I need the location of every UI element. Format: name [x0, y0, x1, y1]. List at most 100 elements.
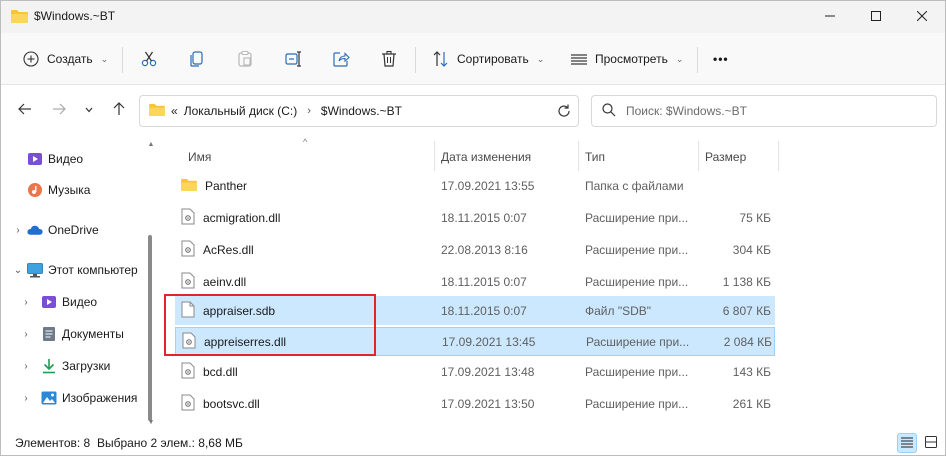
- column-header-type[interactable]: Тип: [578, 145, 698, 169]
- file-date: 18.11.2015 0:07: [441, 274, 527, 289]
- file-row[interactable]: aeinv.dll 18.11.2015 0:07 Расширение при…: [175, 267, 775, 296]
- address-bar[interactable]: « Локальный диск (C:) › $Windows.~BT: [139, 95, 579, 127]
- file-type: Папка с файлами: [585, 178, 684, 193]
- file-size: 1 138 КБ: [722, 274, 771, 289]
- downloads-icon: [41, 358, 57, 374]
- more-options-button[interactable]: •••: [713, 43, 729, 75]
- chevron-right-icon[interactable]: ›: [19, 393, 33, 404]
- scroll-up-icon[interactable]: ▲: [146, 141, 156, 148]
- recent-locations-button[interactable]: [79, 101, 99, 121]
- nav-item-label: Загрузки: [62, 359, 111, 373]
- item-count: Элементов: 8: [15, 436, 91, 450]
- file-type: Расширение при...: [585, 396, 689, 411]
- arrow-left-icon: [18, 102, 32, 120]
- search-box[interactable]: Поиск: $Windows.~BT: [591, 95, 937, 127]
- navigation-pane: Видео Музыка › OneDrive ⌄ Этот компьютер…: [1, 137, 159, 431]
- scroll-down-icon[interactable]: ▼: [146, 419, 156, 426]
- nav-item-video[interactable]: › Видео: [1, 287, 147, 317]
- file-type: Файл "SDB": [585, 303, 652, 318]
- file-row[interactable]: acmigration.dll 18.11.2015 0:07 Расширен…: [175, 203, 775, 232]
- chevron-down-icon: ⌄: [100, 53, 109, 64]
- sort-label: Сортировать: [457, 52, 529, 66]
- breadcrumb-overflow[interactable]: «: [171, 104, 178, 118]
- navigation-row: « Локальный диск (C:) › $Windows.~BT Пои…: [1, 85, 945, 137]
- chevron-right-icon[interactable]: ›: [19, 361, 33, 372]
- nav-pane-scrollbar[interactable]: ▲ ▼: [146, 137, 156, 431]
- view-lines-icon: [569, 49, 589, 69]
- rename-button[interactable]: [283, 43, 303, 75]
- music-icon: [27, 182, 43, 198]
- file-size: 75 КБ: [739, 210, 771, 225]
- chevron-down-icon[interactable]: ⌄: [11, 265, 25, 276]
- file-row[interactable]: bootsvc.dll 17.09.2021 13:50 Расширение …: [175, 389, 775, 418]
- nav-item-label: OneDrive: [48, 223, 99, 237]
- nav-item-video[interactable]: Видео: [1, 144, 147, 174]
- documents-icon: [41, 326, 57, 342]
- nav-item-onedrive[interactable]: › OneDrive: [1, 215, 147, 245]
- dll-file-icon: [181, 240, 195, 260]
- chevron-down-icon: ⌄: [536, 53, 545, 64]
- dll-file-icon: [181, 394, 195, 414]
- nav-item-pictures[interactable]: › Изображения: [1, 383, 147, 413]
- file-name: bcd.dll: [203, 364, 238, 379]
- command-bar: Создать ⌄ Сортировать ⌄ Просмотреть ⌄ ••…: [1, 33, 945, 85]
- refresh-icon[interactable]: [556, 103, 572, 119]
- cut-button[interactable]: [139, 43, 159, 75]
- file-date: 17.09.2021 13:50: [441, 396, 535, 411]
- sort-button[interactable]: Сортировать ⌄: [431, 43, 544, 75]
- plus-circle-icon: [21, 49, 41, 69]
- paste-button[interactable]: [235, 43, 255, 75]
- file-date: 22.08.2013 8:16: [441, 242, 528, 257]
- chevron-down-icon: ⌄: [675, 53, 684, 64]
- nav-item-documents[interactable]: › Документы: [1, 319, 147, 349]
- file-name: aeinv.dll: [203, 274, 247, 289]
- forward-button[interactable]: [49, 101, 69, 121]
- paste-icon: [235, 49, 255, 69]
- chevron-right-icon[interactable]: ›: [11, 225, 25, 236]
- maximize-button[interactable]: [853, 1, 899, 33]
- new-label: Создать: [47, 52, 93, 66]
- nav-item-label: Документы: [62, 327, 124, 341]
- column-header-date[interactable]: Дата изменения: [434, 145, 578, 169]
- this-pc-icon: [27, 262, 43, 278]
- breadcrumb-local-disk[interactable]: Локальный диск (C:): [184, 104, 298, 118]
- file-row[interactable]: bcd.dll 17.09.2021 13:48 Расширение при.…: [175, 357, 775, 386]
- chevron-right-icon[interactable]: ›: [19, 329, 33, 340]
- file-row[interactable]: Panther 17.09.2021 13:55 Папка с файлами: [175, 171, 775, 200]
- copy-button[interactable]: [187, 43, 207, 75]
- column-header-label: Имя: [188, 150, 212, 164]
- chevron-right-icon[interactable]: ›: [19, 297, 33, 308]
- minimize-button[interactable]: [807, 1, 853, 33]
- back-button[interactable]: [15, 101, 35, 121]
- column-divider[interactable]: [778, 141, 779, 171]
- breadcrumb-current[interactable]: $Windows.~BT: [321, 104, 402, 118]
- delete-button[interactable]: [379, 43, 399, 75]
- file-type: Расширение при...: [585, 274, 689, 289]
- file-name: bootsvc.dll: [203, 396, 260, 411]
- file-name: Panther: [205, 178, 248, 193]
- toolbar-divider: [415, 47, 416, 73]
- nav-item-music[interactable]: Музыка: [1, 175, 147, 205]
- close-button[interactable]: [899, 1, 945, 33]
- new-button[interactable]: Создать ⌄: [21, 43, 108, 75]
- nav-item-label: Видео: [62, 295, 98, 309]
- close-icon: [916, 10, 928, 24]
- details-view-button[interactable]: [897, 433, 917, 453]
- up-button[interactable]: [109, 101, 129, 121]
- column-header-label: Дата изменения: [441, 150, 532, 164]
- view-button[interactable]: Просмотреть ⌄: [569, 43, 683, 75]
- nav-item-this-pc[interactable]: ⌄ Этот компьютер: [1, 255, 147, 285]
- file-row[interactable]: AcRes.dll 22.08.2013 8:16 Расширение при…: [175, 235, 775, 264]
- column-header-name[interactable]: Имя: [181, 145, 431, 169]
- minimize-icon: [825, 10, 835, 24]
- nav-item-downloads[interactable]: › Загрузки: [1, 351, 147, 381]
- scrollbar-thumb[interactable]: [148, 235, 152, 421]
- highlight-box: [164, 294, 376, 356]
- column-header-label: Размер: [705, 150, 747, 164]
- file-date: 17.09.2021 13:45: [442, 334, 536, 349]
- tiles-view-button[interactable]: [921, 433, 941, 453]
- share-button[interactable]: [331, 43, 351, 75]
- pictures-icon: [41, 390, 57, 406]
- file-size: 6 807 КБ: [722, 303, 771, 318]
- column-header-size[interactable]: Размер: [698, 145, 778, 169]
